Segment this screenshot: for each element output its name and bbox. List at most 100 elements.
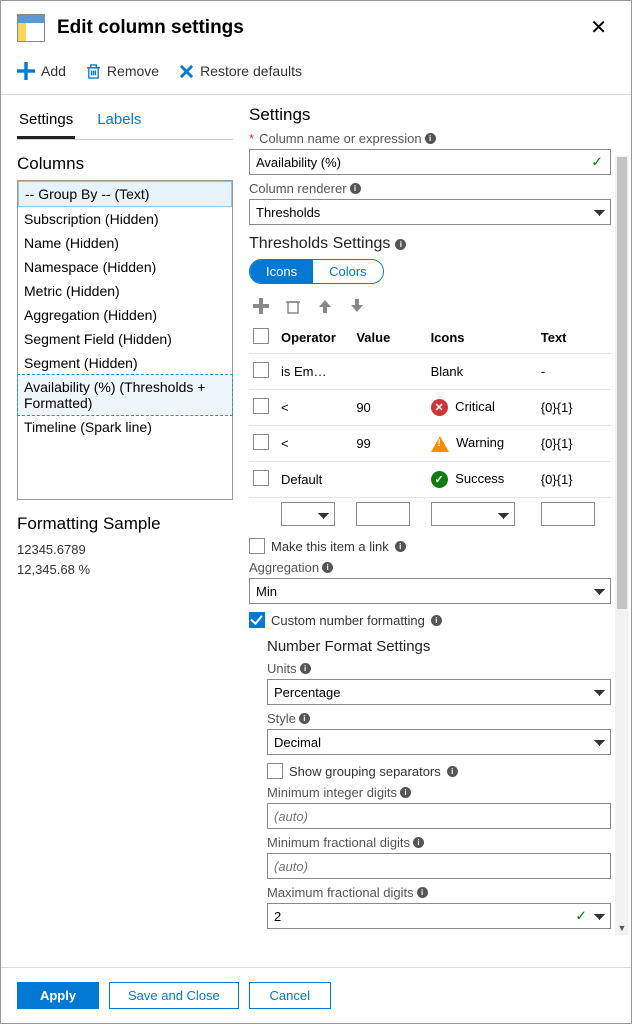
new-text-input[interactable] [541,502,595,526]
grouping-sep-checkbox[interactable] [267,763,283,779]
info-icon[interactable]: i [322,562,333,573]
close-button[interactable]: ✕ [582,11,615,44]
cell-operator: < [277,390,352,426]
save-close-button[interactable]: Save and Close [109,982,239,1009]
column-list-item[interactable]: Subscription (Hidden) [18,207,232,231]
units-label: Units i [267,661,611,676]
columns-list[interactable]: -- Group By -- (Text)Subscription (Hidde… [17,180,233,500]
renderer-select[interactable]: Thresholds [249,199,611,225]
row-checkbox[interactable] [253,470,269,486]
max-frac-label: Maximum fractional digits i [267,885,611,900]
make-link-label: Make this item a link [271,539,389,554]
col-operator: Operator [277,322,352,354]
column-list-item[interactable]: Availability (%) (Thresholds + Formatted… [18,375,232,415]
max-frac-select[interactable]: 2 [267,903,611,929]
col-icons: Icons [427,322,537,354]
column-list-item[interactable]: Name (Hidden) [18,231,232,255]
column-list-item[interactable]: Metric (Hidden) [18,279,232,303]
info-icon[interactable]: i [447,766,458,777]
scrollbar-thumb[interactable] [617,157,627,609]
x-icon [179,64,194,79]
scroll-down-arrow[interactable]: ▼ [615,921,629,935]
column-list-item[interactable]: -- Group By -- (Text) [18,181,232,207]
number-format-header: Number Format Settings [267,638,611,655]
column-list-item[interactable]: Segment Field (Hidden) [18,327,232,351]
threshold-row[interactable]: Default✓ Success{0}{1} [249,462,611,498]
add-button[interactable]: Add [17,62,66,80]
cell-text: {0}{1} [537,390,611,426]
info-icon[interactable]: i [299,713,310,724]
info-icon[interactable]: i [425,133,436,144]
aggregation-select[interactable]: Min [249,578,611,604]
threshold-row[interactable]: is Em… Blank- [249,354,611,390]
make-link-checkbox[interactable] [249,538,265,554]
info-icon[interactable]: i [417,887,428,898]
cell-icon: ✓ Success [427,462,537,498]
thresholds-mode-toggle[interactable]: Icons Colors [249,259,384,284]
apply-button[interactable]: Apply [17,982,99,1009]
min-frac-label: Minimum fractional digits i [267,835,611,850]
cell-icon: ✕ Critical [427,390,537,426]
info-icon[interactable]: i [395,541,406,552]
settings-header: Settings [249,105,611,125]
threshold-delete-icon[interactable] [285,298,301,314]
info-icon[interactable]: i [400,787,411,798]
column-list-item[interactable]: Namespace (Hidden) [18,255,232,279]
column-list-item[interactable]: Aggregation (Hidden) [18,303,232,327]
cell-value [352,462,426,498]
info-icon[interactable]: i [413,837,424,848]
info-icon[interactable]: i [350,183,361,194]
custom-format-checkbox[interactable] [249,612,265,628]
valid-check-icon: ✓ [575,908,587,925]
row-checkbox[interactable] [253,434,269,450]
select-all-checkbox[interactable] [253,328,269,344]
thresholds-table: Operator Value Icons Text is Em… Blank-<… [249,322,611,530]
min-frac-input[interactable] [267,853,611,879]
column-settings-icon [17,14,45,42]
threshold-add-icon[interactable] [253,298,269,314]
cancel-button[interactable]: Cancel [249,982,331,1009]
thresholds-header: Thresholds Settings i [249,235,611,253]
min-int-label: Minimum integer digits i [267,785,611,800]
dialog-title: Edit column settings [57,17,582,39]
cell-icon: Warning [427,426,537,462]
column-name-input[interactable] [249,149,611,175]
style-select[interactable]: Decimal [267,729,611,755]
threshold-down-icon[interactable] [349,298,365,314]
cell-value: 99 [352,426,426,462]
threshold-row[interactable]: <90✕ Critical{0}{1} [249,390,611,426]
units-select[interactable]: Percentage [267,679,611,705]
remove-button[interactable]: Remove [86,63,159,79]
col-text: Text [537,322,611,354]
grouping-sep-label: Show grouping separators [289,764,441,779]
cell-operator: < [277,426,352,462]
new-operator-select[interactable] [281,502,335,526]
threshold-up-icon[interactable] [317,298,333,314]
restore-defaults-button[interactable]: Restore defaults [179,63,302,79]
trash-icon [86,64,101,79]
threshold-row[interactable]: <99 Warning{0}{1} [249,426,611,462]
row-checkbox[interactable] [253,362,269,378]
min-int-input[interactable] [267,803,611,829]
info-icon[interactable]: i [431,615,442,626]
row-checkbox[interactable] [253,398,269,414]
warning-icon [431,436,449,452]
columns-header: Columns [17,154,233,174]
column-list-item[interactable]: Segment (Hidden) [18,351,232,375]
renderer-label: Column renderer i [249,181,611,196]
column-name-label: *Column name or expression i [249,131,611,146]
info-icon[interactable]: i [395,239,406,250]
style-label: Style i [267,711,611,726]
success-icon: ✓ [431,471,448,488]
info-icon[interactable]: i [300,663,311,674]
vertical-scrollbar[interactable]: ▼ [615,155,629,935]
sample-raw: 12345.6789 [17,540,233,560]
new-icon-select[interactable] [431,502,515,526]
pill-icons[interactable]: Icons [250,260,313,283]
new-value-input[interactable] [356,502,410,526]
column-list-item[interactable]: Timeline (Spark line) [18,415,232,439]
tab-labels[interactable]: Labels [95,105,143,139]
pill-colors[interactable]: Colors [313,260,383,283]
tab-settings[interactable]: Settings [17,105,75,139]
cell-value [352,354,426,390]
